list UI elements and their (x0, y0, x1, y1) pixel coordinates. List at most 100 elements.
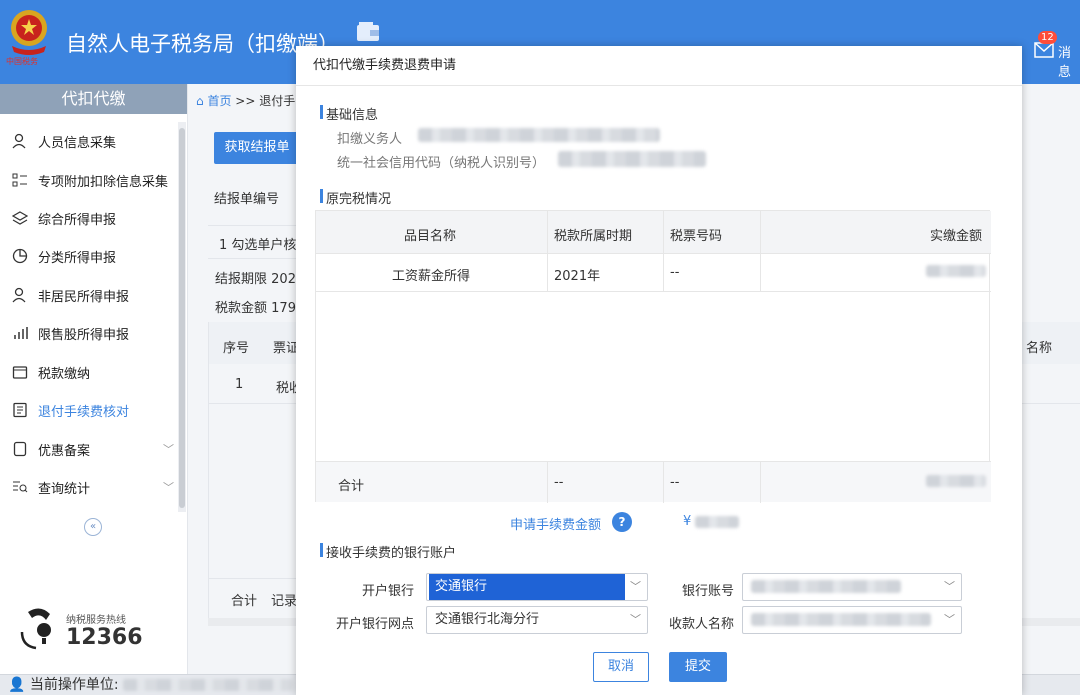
payee-label: 收款人名称 (668, 617, 734, 632)
list-icon (12, 173, 27, 187)
original-tax-table: 品目名称 税款所属时期 税票号码 实缴金额 工资薪金所得 2021年 -- 合计… (315, 210, 991, 503)
chevron-down-icon: ﹀ (944, 580, 955, 593)
sidebar-title: 代扣代缴 (0, 84, 187, 114)
section-original-tax: 原完税情况 (319, 188, 391, 207)
cancel-button[interactable]: 取消 (593, 652, 649, 682)
bank-select-value: 交通银行 (429, 574, 625, 600)
sidebar-item-label: 人员信息采集 (38, 135, 117, 151)
wallet-icon[interactable] (356, 22, 380, 42)
sidebar-item-label: 退付手续费核对 (38, 404, 130, 420)
row-seq: 1 (235, 377, 244, 392)
payee-value-redacted (751, 613, 931, 626)
sidebar-item-label: 非居民所得申报 (38, 289, 130, 305)
bg-records-label: 记录 (271, 594, 298, 609)
chevron-down-icon: ﹀ (630, 580, 641, 593)
sidebar-item-comprehensive[interactable]: 综合所得申报 (0, 199, 178, 237)
sidebar-item-label: 专项附加扣除信息采集 (38, 174, 169, 190)
branch-select[interactable]: 交通银行北海分行 ﹀ (426, 606, 648, 634)
total-tax-period: -- (554, 475, 564, 490)
mail-label[interactable]: 消息 (1058, 42, 1080, 80)
hotline-headset-icon (20, 608, 51, 650)
folder-icon (12, 366, 28, 379)
breadcrumb-separator: >> (235, 94, 256, 108)
sidebar-item-label: 综合所得申报 (38, 212, 117, 228)
col-name-right: 名称 (1026, 341, 1053, 356)
sidebar-item-fee-refund-check[interactable]: 退付手续费核对 (0, 391, 178, 429)
sidebar-scrollbar-thumb[interactable] (179, 128, 185, 508)
bg-horizontal-scrollbar-right[interactable] (1022, 618, 1080, 626)
sidebar-item-preferential-filing[interactable]: 优惠备案 ﹀ (0, 430, 178, 468)
table-divider (316, 291, 991, 292)
sidebar-item-personnel[interactable]: 人员信息采集 (0, 122, 178, 160)
col-item-name: 品目名称 (404, 229, 457, 244)
fetch-report-button[interactable]: 获取结报单 (214, 132, 300, 164)
bank-select[interactable]: 交通银行 ﹀ (426, 573, 648, 601)
payee-select[interactable]: ﹀ (742, 606, 962, 634)
row-tax-period: 2021年 (554, 269, 601, 284)
dialog-title: 代扣代缴手续费退费申请 (296, 46, 1022, 86)
sidebar-item-query-stats[interactable]: 查询统计 ﹀ (0, 468, 178, 506)
sidebar-item-label: 优惠备案 (38, 443, 91, 459)
sidebar-item-tax-payment[interactable]: 税款缴纳 (0, 353, 178, 391)
col-paid-amount: 实缴金额 (930, 229, 983, 244)
svg-text:中国税务: 中国税务 (6, 56, 38, 66)
sidebar-item-label: 限售股所得申报 (38, 327, 130, 343)
help-icon[interactable]: ? (612, 512, 632, 532)
sidebar-item-label: 分类所得申报 (38, 250, 117, 266)
document-icon (13, 402, 27, 418)
mail-icon[interactable] (1034, 42, 1054, 58)
total-paid-amount-redacted (926, 475, 986, 487)
bank-label: 开户银行 (361, 584, 414, 599)
current-unit-value-redacted (123, 679, 294, 691)
section-basic-info: 基础信息 (319, 104, 378, 123)
total-ticket-no: -- (670, 475, 680, 490)
breadcrumb-home[interactable]: 首页 (207, 94, 231, 108)
withholder-label: 扣缴义务人 (337, 132, 403, 147)
account-select[interactable]: ﹀ (742, 573, 962, 601)
person-icon (12, 287, 26, 303)
col-ticket-no: 税票号码 (670, 229, 723, 244)
layers-icon (12, 211, 28, 225)
file-icon (13, 441, 27, 457)
chevron-down-icon[interactable]: ﹀ (163, 479, 174, 495)
row-item-name: 工资薪金所得 (392, 269, 471, 284)
bg-horizontal-scrollbar[interactable] (208, 618, 298, 626)
col-tax-period: 税款所属时期 (554, 229, 633, 244)
sidebar-item-label: 税款缴纳 (38, 366, 91, 382)
hotline-label: 纳税服务热线 (66, 615, 126, 626)
account-label: 银行账号 (681, 584, 734, 599)
pie-chart-icon (12, 248, 28, 264)
chevron-down-icon: ﹀ (944, 613, 955, 626)
breadcrumb-current: 退付手 (259, 94, 296, 108)
branch-select-value: 交通银行北海分行 (435, 612, 540, 627)
person-icon (12, 133, 26, 149)
chevron-down-icon[interactable]: ﹀ (163, 441, 174, 457)
total-label: 合计 (338, 479, 365, 494)
credit-code-label: 统一社会信用代码（纳税人识别号） (337, 156, 546, 171)
apply-fee-amount-label: 申请手续费金额 (510, 518, 602, 533)
row-paid-amount-redacted (926, 265, 986, 277)
sidebar-item-nonresident[interactable]: 非居民所得申报 (0, 276, 178, 314)
bar-chart-icon (14, 327, 28, 339)
table-divider (316, 253, 991, 254)
period-label: 结报期限 202 (215, 272, 296, 287)
step-text: 1 勾选单户核 (219, 238, 297, 253)
withholder-value-redacted (418, 128, 660, 142)
sidebar-item-classified[interactable]: 分类所得申报 (0, 237, 178, 275)
sidebar: 代扣代缴 人员信息采集 专项附加扣除信息采集 综合所得申报 分类所得申报 非居民… (0, 84, 188, 674)
credit-code-value-redacted (558, 151, 706, 167)
submit-button[interactable]: 提交 (669, 652, 727, 682)
fee-refund-dialog: 代扣代缴手续费退费申请 基础信息 扣缴义务人 统一社会信用代码（纳税人识别号） … (296, 46, 1022, 695)
col-seq: 序号 (223, 341, 250, 356)
sidebar-item-restricted-stock[interactable]: 限售股所得申报 (0, 314, 178, 352)
total-row (316, 462, 991, 502)
branch-label: 开户银行网点 (335, 617, 414, 632)
sidebar-item-special-deduction[interactable]: 专项附加扣除信息采集 (0, 161, 178, 199)
search-list-icon (13, 481, 28, 493)
hotline-number: 12366 (66, 625, 143, 650)
current-unit-label: 当前操作单位: (29, 677, 119, 693)
sidebar-item-label: 查询统计 (38, 481, 91, 497)
home-icon[interactable]: ⌂ (196, 94, 204, 108)
report-no-label: 结报单编号 (214, 192, 280, 207)
collapse-sidebar-button[interactable]: « (84, 518, 102, 536)
